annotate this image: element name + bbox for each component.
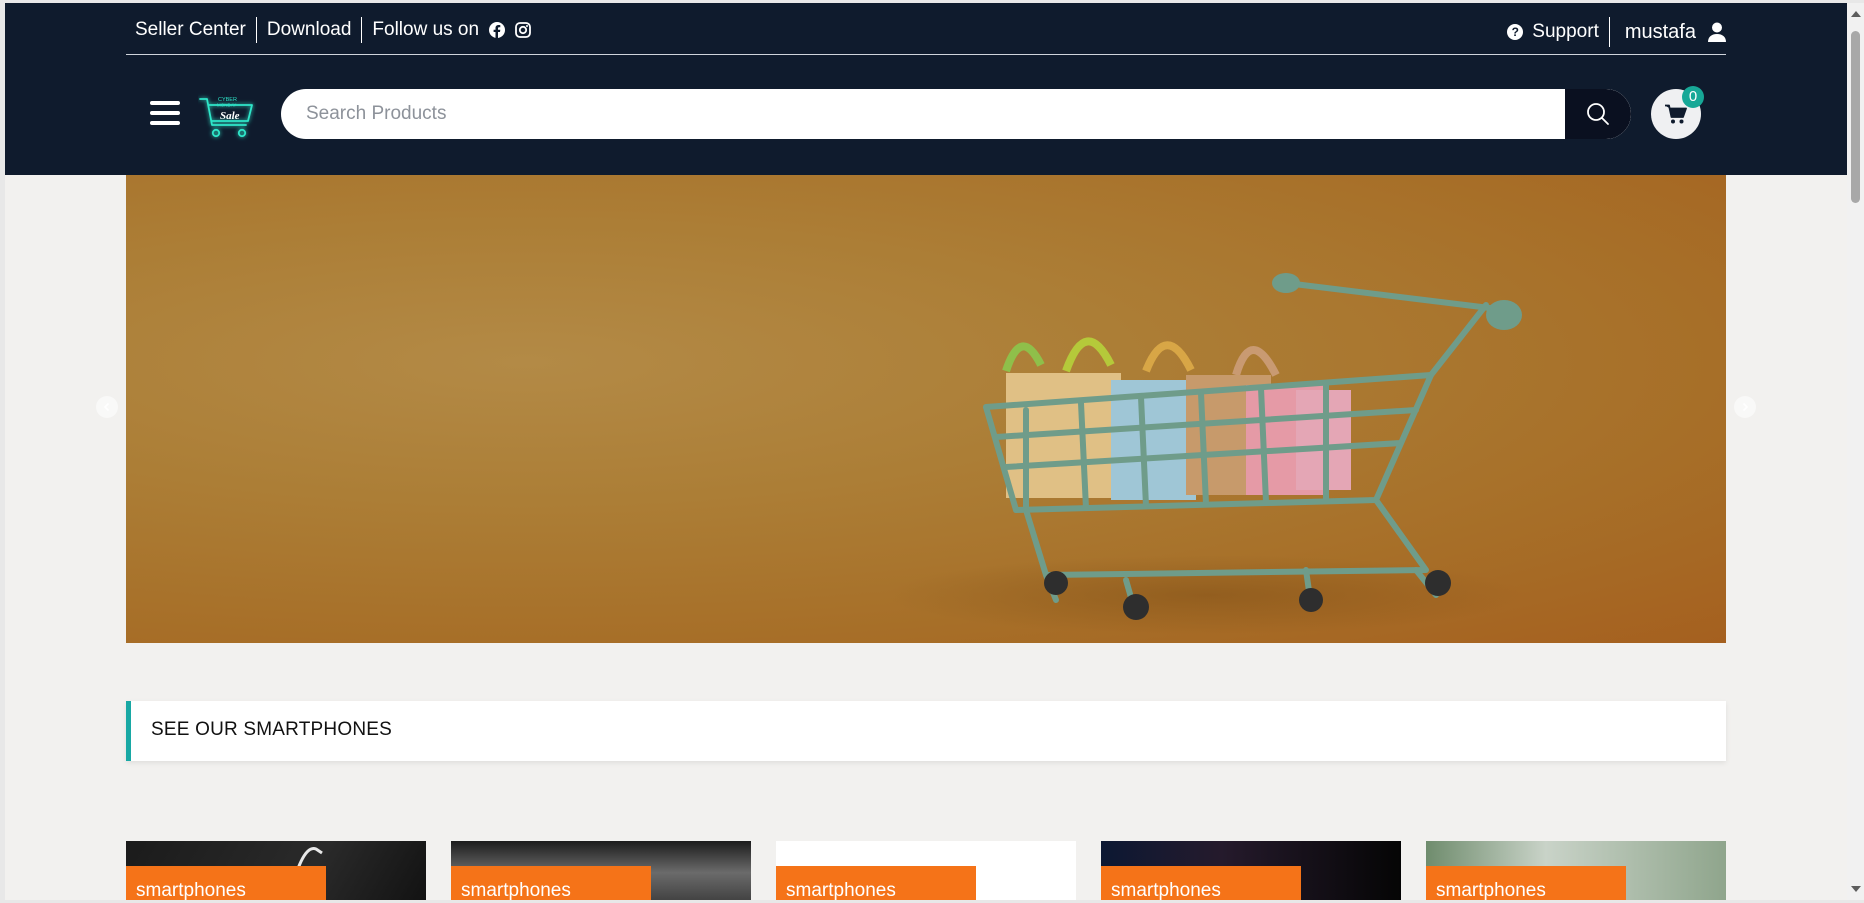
carousel-next-button[interactable]	[1734, 396, 1756, 418]
section-header: SEE OUR SMARTPHONES	[126, 701, 1726, 761]
shopping-cart-illustration	[886, 273, 1526, 635]
scroll-up-arrow[interactable]	[1851, 11, 1861, 17]
category-tag: smartphones	[126, 866, 326, 900]
carousel-prev-button[interactable]	[96, 396, 118, 418]
logo-text-3: Sale	[220, 110, 240, 122]
chevron-left-icon	[103, 402, 110, 412]
product-card[interactable]: smartphones	[126, 841, 426, 900]
instagram-icon[interactable]	[515, 22, 531, 38]
logo[interactable]: CYBER MONDAY Sale	[198, 91, 258, 143]
follow-us-label: Follow us on	[372, 19, 480, 40]
category-tag: smartphones	[776, 866, 976, 900]
user-account[interactable]: mustafa	[1610, 21, 1726, 44]
search-icon	[1587, 103, 1609, 125]
username: mustafa	[1624, 20, 1696, 43]
site-header: Seller Center Download Follow us on ? Su…	[5, 3, 1847, 175]
search-input[interactable]	[281, 89, 1576, 139]
hero-banner[interactable]	[126, 175, 1726, 643]
help-icon: ?	[1507, 24, 1524, 40]
user-icon	[1708, 22, 1726, 42]
cart-count-badge: 0	[1682, 86, 1704, 108]
top-bar-right: ? Support mustafa	[1507, 17, 1726, 47]
logo-text-2: MONDAY	[217, 103, 236, 108]
menu-icon[interactable]	[150, 101, 180, 125]
search-button[interactable]	[1565, 89, 1631, 139]
download-link[interactable]: Download	[257, 17, 363, 43]
support-label: Support	[1532, 21, 1599, 42]
product-card[interactable]: smartphones	[1101, 841, 1401, 900]
facebook-icon[interactable]	[489, 22, 506, 38]
section-title: SEE OUR SMARTPHONES	[151, 719, 392, 740]
search-bar	[281, 89, 1631, 139]
product-card[interactable]: smartphones	[1426, 841, 1726, 900]
cart-icon	[1665, 104, 1687, 124]
scrollbar-thumb[interactable]	[1851, 31, 1860, 203]
page-scrollbar[interactable]	[1847, 3, 1864, 900]
follow-us: Follow us on	[362, 17, 541, 43]
category-tag: smartphones	[451, 866, 651, 900]
product-card[interactable]: smartphones	[776, 841, 1076, 900]
seller-center-link[interactable]: Seller Center	[126, 17, 257, 43]
scroll-down-arrow[interactable]	[1851, 886, 1861, 892]
product-card[interactable]: smartphones	[451, 841, 751, 900]
chevron-right-icon	[1742, 402, 1749, 412]
page: Seller Center Download Follow us on ? Su…	[5, 3, 1847, 900]
top-bar: Seller Center Download Follow us on ? Su…	[126, 3, 1726, 55]
top-bar-left: Seller Center Download Follow us on	[126, 17, 541, 43]
support-link[interactable]: ? Support	[1507, 17, 1610, 47]
category-tag: smartphones	[1426, 866, 1626, 900]
category-tag: smartphones	[1101, 866, 1301, 900]
